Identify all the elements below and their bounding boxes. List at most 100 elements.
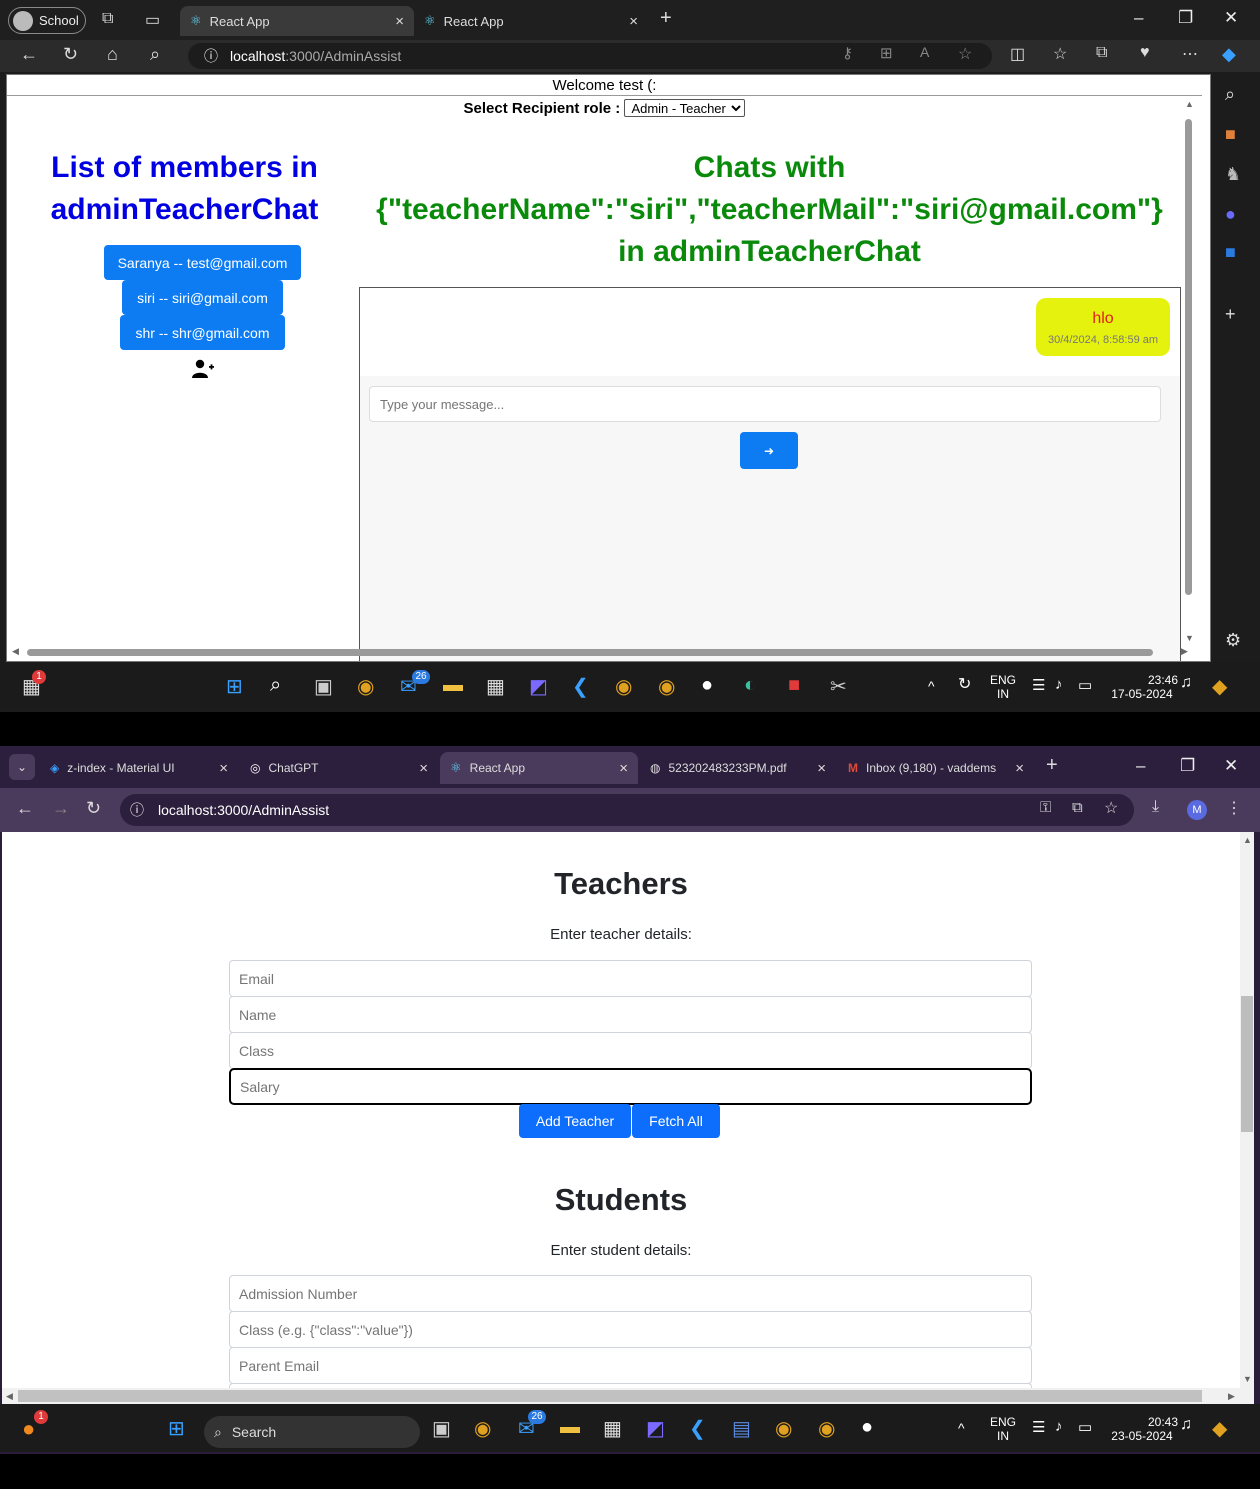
vertical-scrollbar[interactable]: ▲ ▼ xyxy=(1183,95,1195,647)
volume-icon[interactable]: ♪ xyxy=(1055,1418,1063,1435)
maximize-button[interactable]: ❐ xyxy=(1180,756,1195,776)
sync-icon[interactable]: ↻ xyxy=(958,674,971,694)
member-button-siri[interactable]: siri -- siri@gmail.com xyxy=(122,280,283,315)
password-key-icon[interactable]: ⚿ xyxy=(1040,799,1051,816)
edge-drop-icon[interactable]: ● xyxy=(1225,204,1236,225)
taskbar-search-box[interactable]: ⌕ Search xyxy=(204,1416,420,1448)
download-icon[interactable]: ⤓ xyxy=(1152,798,1159,816)
scroll-down-icon[interactable]: ▼ xyxy=(1243,1374,1252,1384)
scroll-right-icon[interactable]: ▶ xyxy=(1228,1391,1235,1402)
search-icon[interactable]: ⌕ xyxy=(150,44,160,65)
clock[interactable]: 20:43 23-05-2024 xyxy=(1106,1415,1178,1443)
address-bar[interactable]: ⓘ localhost:3000/AdminAssist xyxy=(188,43,992,69)
app-icon[interactable]: ◩ xyxy=(529,674,548,699)
new-tab-button[interactable]: + xyxy=(1046,754,1058,777)
scroll-up-icon[interactable]: ▲ xyxy=(1185,99,1194,109)
file-explorer-icon[interactable]: ▬ xyxy=(560,1416,580,1439)
close-window-button[interactable]: ✕ xyxy=(1224,8,1238,28)
task-view-icon[interactable]: ▣ xyxy=(432,1416,451,1441)
workspaces-icon[interactable]: ⧉ xyxy=(102,10,113,28)
close-window-button[interactable]: ✕ xyxy=(1224,756,1238,776)
split-screen-icon[interactable]: ◫ xyxy=(1010,44,1025,64)
minimize-button[interactable]: – xyxy=(1134,8,1143,28)
close-tab-icon[interactable]: × xyxy=(629,13,638,30)
apps-icon[interactable]: ⊞ xyxy=(880,44,893,62)
wifi-icon[interactable]: ☰ xyxy=(1032,676,1045,694)
chrome-profile-icon[interactable]: ◉ xyxy=(615,674,632,699)
favorite-star-icon[interactable]: ☆ xyxy=(958,44,972,64)
add-teacher-button[interactable]: Add Teacher xyxy=(519,1104,631,1138)
battery-icon[interactable]: ▭ xyxy=(1078,676,1092,694)
scroll-up-icon[interactable]: ▲ xyxy=(1243,835,1252,845)
scroll-right-icon[interactable]: ▶ xyxy=(1181,646,1188,657)
teacher-email-input[interactable] xyxy=(229,960,1032,997)
chrome-icon[interactable]: ◉ xyxy=(357,674,374,699)
chrome-profile-icon[interactable]: ◉ xyxy=(775,1416,792,1441)
minimize-button[interactable]: – xyxy=(1136,756,1145,776)
edge-tab-2[interactable]: ⚛ React App × xyxy=(414,6,648,36)
cast-icon[interactable]: ⧉ xyxy=(1072,799,1083,816)
start-icon[interactable]: ⊞ xyxy=(226,674,243,699)
home-icon[interactable]: ⌂ xyxy=(107,44,118,65)
teacher-salary-input[interactable] xyxy=(229,1068,1032,1105)
chrome-tab-pdf[interactable]: ◍ 523202483233PM.pdf × xyxy=(640,752,836,784)
vscode-icon[interactable]: ❮ xyxy=(689,1416,706,1441)
edge-tab-1[interactable]: ⚛ React App × xyxy=(180,6,414,36)
favorites-icon[interactable]: ☆ xyxy=(1053,44,1067,64)
parent-email-input[interactable] xyxy=(229,1347,1032,1384)
task-view-icon[interactable]: ▣ xyxy=(314,674,333,699)
more-icon[interactable]: ⋯ xyxy=(1182,44,1198,64)
language-indicator[interactable]: ENG IN xyxy=(988,673,1018,701)
taskbar-search-icon[interactable]: ⌕ xyxy=(270,674,281,697)
horizontal-scrollbar[interactable]: ◀ ▶ xyxy=(2,1388,1254,1404)
file-explorer-icon[interactable]: ▬ xyxy=(443,674,463,697)
scroll-thumb[interactable] xyxy=(1241,996,1253,1132)
volume-icon[interactable]: ♪ xyxy=(1055,676,1063,693)
copilot-icon[interactable]: ◆ xyxy=(1222,44,1236,65)
bell-icon[interactable]: ♫ xyxy=(1180,1416,1192,1434)
notepad-icon[interactable]: ▤ xyxy=(732,1416,751,1441)
snipping-icon[interactable]: ✂ xyxy=(830,674,847,699)
member-button-saranya[interactable]: Saranya -- test@gmail.com xyxy=(104,245,301,280)
scroll-thumb[interactable] xyxy=(27,649,1153,656)
edge-icon[interactable]: ◐ xyxy=(744,674,756,697)
clock[interactable]: 23:46 17-05-2024 xyxy=(1106,673,1178,701)
message-input[interactable] xyxy=(369,386,1161,422)
chrome-active-icon[interactable]: ◉ xyxy=(818,1416,835,1441)
new-tab-button[interactable]: + xyxy=(660,7,672,30)
scroll-thumb[interactable] xyxy=(18,1390,1202,1402)
close-tab-icon[interactable]: × xyxy=(1015,760,1024,777)
horizontal-scrollbar[interactable]: ◀ ▶ xyxy=(7,645,1202,659)
wps-icon[interactable]: ■ xyxy=(788,674,800,697)
read-aloud-icon[interactable]: A xyxy=(920,44,929,60)
start-icon[interactable]: ⊞ xyxy=(168,1416,185,1441)
vscode-icon[interactable]: ❮ xyxy=(572,674,589,699)
sidebar-search-icon[interactable]: ⌕ xyxy=(1225,84,1235,105)
close-tab-icon[interactable]: × xyxy=(219,760,228,777)
mongodb-icon[interactable]: ● xyxy=(701,674,713,697)
tab-actions-icon[interactable]: ▭ xyxy=(145,10,160,30)
chrome-tab-zindex[interactable]: ◈ z-index - Material UI × xyxy=(40,752,238,784)
teacher-name-input[interactable] xyxy=(229,996,1032,1033)
heart-icon[interactable]: ♥ xyxy=(1140,44,1150,62)
chrome-icon[interactable]: ◉ xyxy=(474,1416,491,1441)
mongodb-icon[interactable]: ● xyxy=(861,1416,873,1439)
student-class-input[interactable] xyxy=(229,1311,1032,1348)
collections-icon[interactable]: ⧉ xyxy=(1096,44,1107,62)
back-icon[interactable]: ← xyxy=(16,798,34,819)
bell-icon[interactable]: ♫ xyxy=(1180,674,1192,692)
menu-kebab-icon[interactable]: ⋮ xyxy=(1226,798,1242,818)
recipient-role-select[interactable]: Admin - Teacher xyxy=(624,99,746,117)
vertical-scrollbar[interactable]: ▲ ▼ xyxy=(1240,832,1254,1388)
refresh-icon[interactable]: ↻ xyxy=(63,44,78,65)
tray-expand-icon[interactable]: ^ xyxy=(928,678,935,694)
address-bar[interactable]: ⓘ localhost:3000/AdminAssist xyxy=(120,794,1134,826)
refresh-icon[interactable]: ↻ xyxy=(86,798,101,819)
scroll-thumb[interactable] xyxy=(1185,119,1192,595)
maximize-button[interactable]: ❐ xyxy=(1178,8,1193,28)
settings-gear-icon[interactable]: ⚙ xyxy=(1225,630,1241,651)
profile-avatar[interactable]: M xyxy=(1187,800,1207,820)
close-tab-icon[interactable]: × xyxy=(817,760,826,777)
copilot-taskbar-icon[interactable]: ◆ xyxy=(1212,1416,1227,1441)
outlook-icon[interactable]: ■ xyxy=(1225,242,1236,263)
